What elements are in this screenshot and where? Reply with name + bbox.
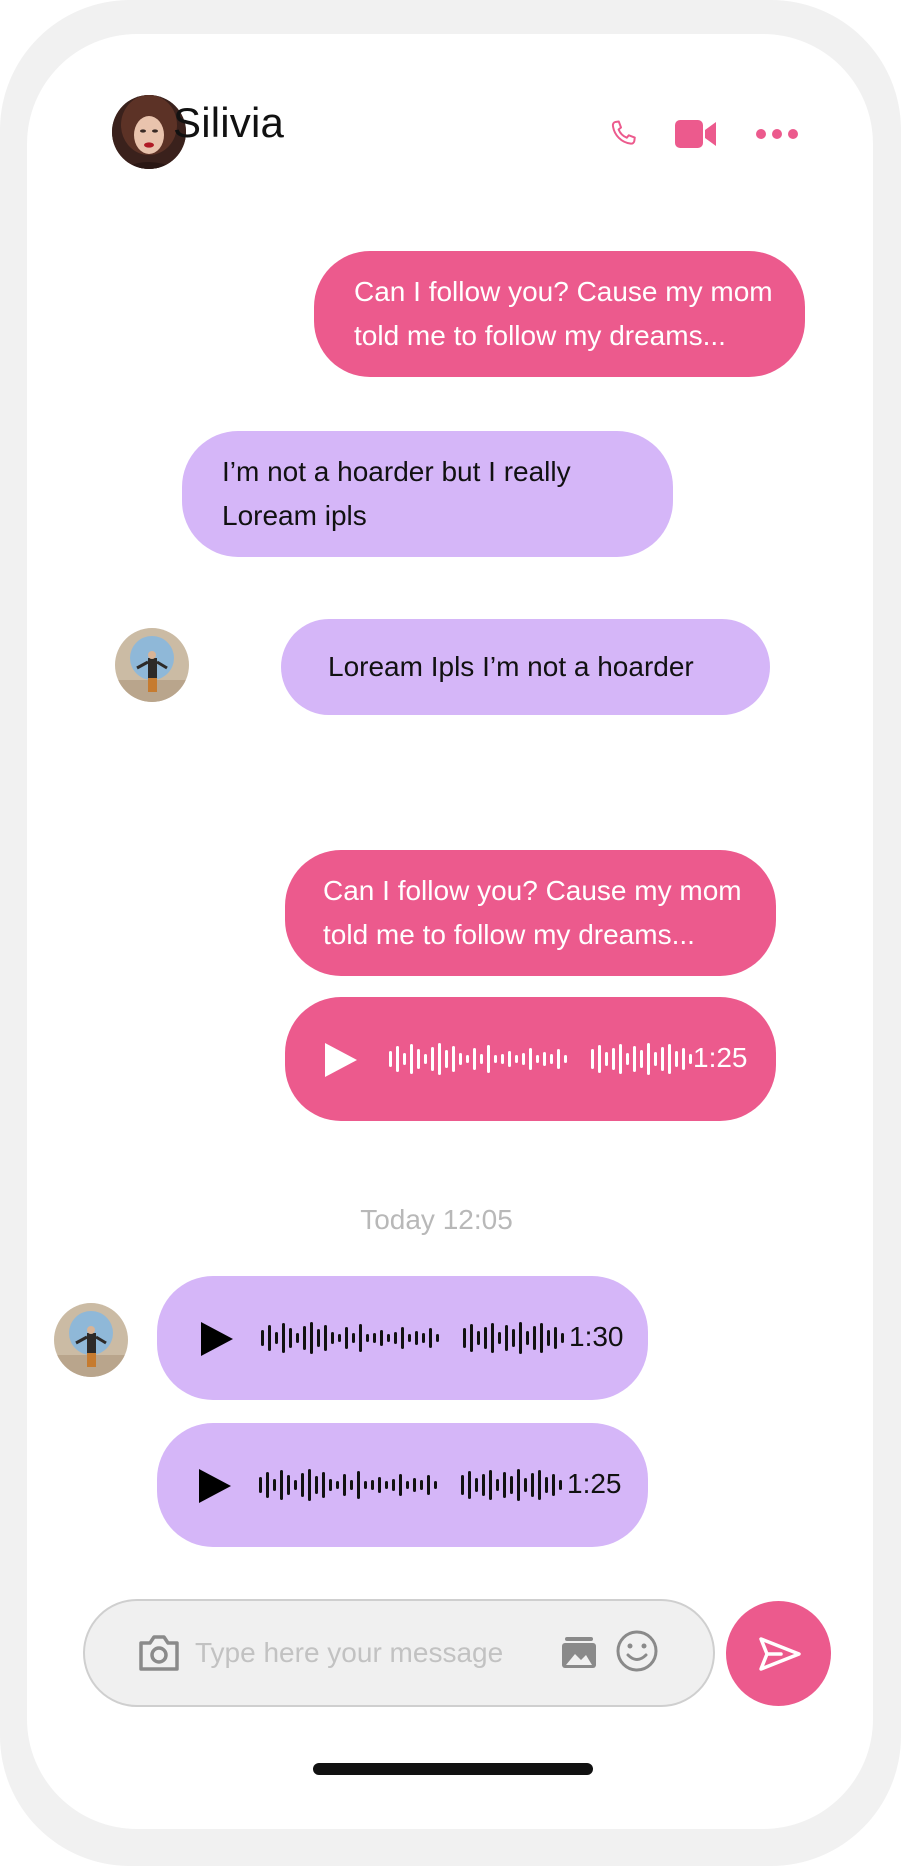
message-text-line: Can I follow you? Cause my mom xyxy=(323,875,742,906)
voice-duration: 1:30 xyxy=(569,1321,624,1352)
play-icon[interactable] xyxy=(199,1320,235,1358)
received-voice-message[interactable]: 1:25 xyxy=(157,1423,648,1547)
waveform xyxy=(463,1318,564,1358)
message-placeholder[interactable]: Type here your message xyxy=(195,1637,503,1669)
timestamp: Today 12:05 xyxy=(360,1204,513,1235)
message-text: Loream Ipls I’m not a hoarder xyxy=(328,651,694,682)
sender-avatar[interactable] xyxy=(54,1303,128,1377)
send-button[interactable] xyxy=(726,1601,831,1706)
received-voice-message[interactable]: 1:30 xyxy=(157,1276,648,1400)
waveform xyxy=(591,1039,692,1079)
sender-avatar[interactable] xyxy=(115,628,189,702)
play-icon[interactable] xyxy=(197,1467,233,1505)
received-message[interactable]: I’m not a hoarder but I really Loream ip… xyxy=(182,431,673,557)
voice-duration: 1:25 xyxy=(693,1042,748,1073)
message-text-line: told me to follow my dreams... xyxy=(354,320,726,351)
sent-voice-message[interactable]: 1:25 xyxy=(285,997,776,1121)
waveform xyxy=(389,1039,567,1079)
more-options-icon[interactable] xyxy=(755,126,799,142)
camera-icon[interactable] xyxy=(137,1633,181,1673)
sent-message[interactable]: Can I follow you? Cause my mom told me t… xyxy=(285,850,776,976)
message-text-line: Can I follow you? Cause my mom xyxy=(354,276,773,307)
sent-message[interactable]: Can I follow you? Cause my mom told me t… xyxy=(314,251,805,377)
voice-duration: 1:25 xyxy=(567,1468,622,1499)
emoji-icon[interactable] xyxy=(615,1629,659,1673)
received-message[interactable]: Loream Ipls I’m not a hoarder xyxy=(281,619,770,715)
video-call-icon[interactable] xyxy=(674,118,718,150)
message-input[interactable]: Type here your message xyxy=(83,1599,715,1707)
waveform xyxy=(261,1318,439,1358)
message-text-line: told me to follow my dreams... xyxy=(323,919,695,950)
contact-name: Silivia xyxy=(173,99,285,146)
phone-icon[interactable] xyxy=(606,117,640,151)
gallery-icon[interactable] xyxy=(561,1635,597,1669)
waveform xyxy=(259,1465,437,1505)
message-text-line: I’m not a hoarder but I really xyxy=(222,456,571,487)
message-text-line: Loream ipls xyxy=(222,500,367,531)
home-indicator[interactable] xyxy=(313,1763,593,1775)
play-icon[interactable] xyxy=(323,1041,359,1079)
send-icon xyxy=(759,1637,801,1671)
waveform xyxy=(461,1465,562,1505)
